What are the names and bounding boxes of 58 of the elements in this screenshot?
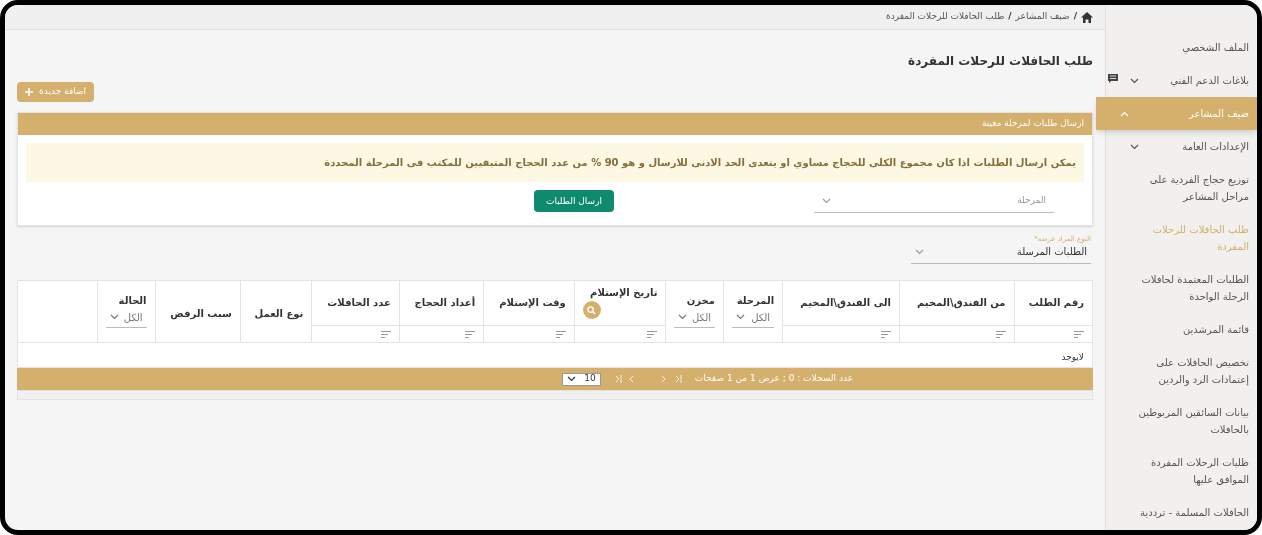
chevron-down-icon	[915, 248, 924, 255]
filter-icon[interactable]	[995, 330, 1006, 338]
message-icon[interactable]	[1108, 74, 1118, 83]
panel-header: ارسال طلبات لمرحلة معينة	[18, 113, 1092, 135]
send-requests-button[interactable]: ارسال الطلبات	[533, 190, 614, 213]
column-header: أعداد الحجاج	[414, 296, 476, 310]
column-header: عدد الحافلات	[327, 296, 391, 310]
column-header: الى الفندق\المخيم	[800, 296, 891, 310]
sidebar-item[interactable]: توزيع حجاج الفردية على مراحل المشاعر	[1106, 163, 1257, 213]
column-header: الحالة	[117, 295, 147, 308]
sidebar-item[interactable]: الحافلات المسلمة - ترددية	[1106, 496, 1257, 529]
chevron-down-icon	[110, 314, 119, 321]
sidebar-item[interactable]: الإعدادات العامة	[1106, 130, 1257, 163]
page-title: طلب الحافلات للرحلات المفردة	[907, 53, 1093, 70]
filter-icon[interactable]	[555, 330, 566, 338]
plus-icon	[25, 88, 33, 96]
empty-text: لايوجد	[1061, 352, 1084, 362]
column-header: من الفندق\المخيم	[917, 296, 1006, 310]
filter-select[interactable]: الكل	[731, 309, 775, 328]
breadcrumb-link[interactable]: ضيف المشاعر	[1015, 10, 1070, 24]
chevron-down-icon	[678, 314, 688, 321]
sidebar-item[interactable]: بيانات السائقين المربوطين بالحافلات	[1106, 396, 1257, 446]
sidebar-item[interactable]: الملف الشخصي	[1106, 31, 1257, 64]
filter-icon[interactable]	[880, 330, 891, 338]
chevron-down-icon	[822, 197, 831, 204]
search-button[interactable]	[582, 301, 601, 320]
breadcrumb-separator: /	[1008, 10, 1012, 24]
type-select[interactable]: الطلبات المرسلة	[911, 244, 1091, 264]
filter-icon[interactable]	[380, 330, 391, 338]
column-header: تاريخ الإستلام	[589, 286, 658, 300]
records-count: عدد السجلات : 0 ; عرض 1 من 1 صفحات	[694, 372, 853, 386]
search-icon	[587, 305, 597, 315]
filter-icon[interactable]	[1074, 330, 1084, 338]
chevron-down-icon	[567, 376, 577, 382]
chevron-down-icon	[1130, 143, 1139, 150]
breadcrumb-separator: /	[1073, 10, 1077, 24]
filter-icon[interactable]	[465, 330, 476, 338]
filter-icon[interactable]	[647, 330, 658, 338]
chevron-down-icon	[1130, 77, 1139, 84]
page-size-select[interactable]: 10	[562, 372, 601, 386]
sidebar-item[interactable]: بلاغات الدعم الفني	[1106, 64, 1257, 97]
home-icon[interactable]	[1081, 11, 1093, 23]
filter-select[interactable]: الكل	[674, 309, 715, 328]
column-header: وقت الإستلام	[499, 296, 566, 310]
chevron-down-icon	[735, 314, 745, 321]
column-header: نوع العمل	[254, 307, 304, 319]
sidebar-item[interactable]: قائمة المرشدين	[1106, 313, 1257, 346]
column-header: سبب الرفض	[170, 307, 232, 319]
filter-select[interactable]: الكل	[106, 309, 147, 328]
notice-text: يمكن ارسال الطلبات اذا كان مجموع الكلى للحجاج مساوي او يتعدى الحد الادنى للارسال و هو 90 % من عدد الحجاج المتبقيين للمكتب فى المرحلة المحددة	[26, 143, 1084, 182]
sidebar-item[interactable]: تخصيص الحافلات على إعتمادات الرد والردين	[1106, 346, 1257, 396]
sidebar-item[interactable]: طلبات الرحلات المفردة الموافق عليها	[1106, 446, 1257, 496]
column-header: مخزن	[685, 295, 715, 308]
chevron-up-icon	[1120, 110, 1129, 117]
breadcrumb-link[interactable]: طلب الحافلات للرحلات المفردة	[886, 10, 1005, 24]
sidebar-item[interactable]: الطلبات المعتمدة لحافلات الرحلة الواحدة	[1106, 263, 1257, 313]
column-header: رقم الطلب	[1028, 296, 1084, 310]
column-header: المرحلة	[735, 295, 775, 308]
